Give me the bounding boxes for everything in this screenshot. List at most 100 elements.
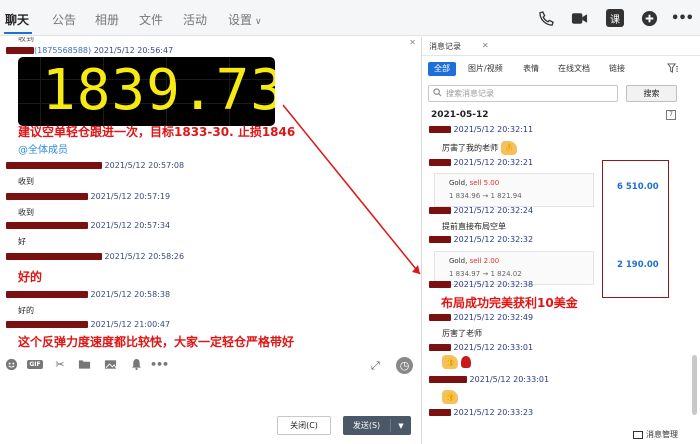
search-button[interactable]: 搜索	[626, 85, 677, 102]
message-time: 2021/5/12 20:57:19	[90, 192, 171, 201]
message-text: 好	[18, 237, 26, 246]
history-entry-header: 2021/5/12 20:32:21	[429, 158, 533, 167]
history-entry-emoji: 👍	[442, 355, 471, 369]
message-time: 2021/5/12 20:58:38	[90, 290, 171, 299]
trade-card: Gold, sell 5.00 1 834.96 → 1 821.94	[434, 173, 594, 207]
message-text-large: 好的	[18, 270, 43, 284]
filter-icon[interactable]	[667, 63, 678, 76]
redacted-name	[6, 291, 88, 298]
history-entry-time: 2021/5/12 20:32:38	[453, 280, 534, 289]
history-entry-header: 2021/5/12 20:32:11	[429, 125, 533, 134]
history-search-input[interactable]: 搜索消息记录	[428, 85, 618, 102]
more-icon[interactable]: •••	[671, 9, 694, 27]
tab-activity[interactable]: 活动	[183, 11, 207, 28]
close-icon[interactable]: ✕	[482, 41, 489, 50]
trade-prices: 1 834.97 → 1 824.02	[449, 270, 522, 278]
tab-settings-label: 设置	[228, 13, 253, 27]
expand-icon[interactable]: ⤢	[371, 359, 380, 373]
redacted-name	[6, 162, 102, 169]
redacted-name	[6, 193, 88, 200]
history-entry-header: 2021/5/12 20:32:24	[429, 206, 533, 215]
message-history-panel: 消息记录 ✕ 全部 图片/视频 表情 在线文档 链接 搜索消息记录 搜索 202…	[421, 37, 700, 444]
close-button[interactable]: 关闭(C)	[277, 416, 331, 435]
more-tools-icon[interactable]: •••	[150, 356, 169, 372]
highlight-frame	[602, 160, 669, 298]
active-tab-indicator	[4, 32, 32, 34]
redacted-name	[6, 321, 88, 328]
search-icon	[433, 88, 442, 99]
chat-cut-text: 收到	[18, 37, 34, 43]
message-header: 2021/5/12 20:58:38	[6, 290, 170, 299]
tab-album[interactable]: 相册	[95, 11, 119, 28]
course-icon[interactable]: 课	[606, 9, 624, 27]
folder-icon[interactable]	[76, 356, 92, 372]
trade-advice: 建议空单轻仓跟进一次，目标1833-30. 止损1846	[18, 125, 296, 139]
filter-all[interactable]: 全部	[428, 62, 456, 76]
calendar-icon[interactable]: 7	[666, 110, 676, 120]
scissors-icon[interactable]: ✂	[52, 356, 68, 372]
chevron-down-icon[interactable]: ▼	[391, 422, 411, 430]
history-scrollbar[interactable]	[692, 355, 697, 415]
search-placeholder: 搜索消息记录	[446, 89, 494, 98]
collapse-icon[interactable]: ✕	[409, 38, 416, 47]
redacted-name	[6, 222, 88, 229]
history-entry-text: 厉害了老师	[442, 329, 482, 338]
redacted-name	[429, 281, 451, 288]
redacted-name	[429, 344, 451, 351]
mention-all[interactable]: @全体成员	[18, 141, 68, 156]
thumbs-up-emoji-icon: 👍	[442, 355, 458, 369]
redacted-name	[6, 253, 102, 260]
history-entry-text: 厉害了我的老师 👌	[442, 141, 517, 155]
redacted-name	[6, 47, 34, 54]
message-header: (1875568588) 2021/5/12 20:56:47	[6, 46, 173, 55]
phone-icon[interactable]	[537, 9, 555, 27]
redacted-name	[429, 207, 451, 214]
message-text: 收到	[18, 177, 34, 186]
redacted-name	[429, 314, 451, 321]
emoji-icon[interactable]	[3, 356, 19, 372]
filter-docs[interactable]: 在线文档	[558, 62, 590, 76]
ok-hand-emoji-icon: 👌	[501, 141, 517, 155]
history-entry-header: 2021/5/12 20:32:38	[429, 280, 533, 289]
chat-message-area: 收到 ✕ (1875568588) 2021/5/12 20:56:47 183…	[0, 37, 420, 350]
history-clock-icon[interactable]: ◷	[396, 357, 413, 374]
input-toolbar: GIF ✂ •••	[0, 352, 420, 376]
history-entry-time: 2021/5/12 20:32:24	[453, 206, 534, 215]
filter-emoji[interactable]: 表情	[523, 62, 539, 76]
tab-settings[interactable]: 设置 ∨	[228, 11, 262, 28]
gif-icon[interactable]: GIF	[27, 356, 43, 372]
redacted-name	[429, 159, 451, 166]
history-entry-header: 2021/5/12 20:33:23	[429, 408, 533, 417]
price-value: 1839.73	[42, 58, 275, 123]
video-icon[interactable]	[570, 9, 588, 27]
message-management-link[interactable]: 消息管理	[633, 429, 678, 440]
bell-icon[interactable]	[128, 356, 144, 372]
history-entry-emoji: 👍	[442, 390, 458, 404]
trade-symbol: Gold, sell 5.00	[449, 179, 500, 187]
message-time: 2021/5/12 20:56:47	[93, 46, 174, 55]
redacted-name	[429, 376, 467, 383]
message-time: 2021/5/12 20:57:08	[104, 161, 185, 170]
history-entry-header: 2021/5/12 20:33:01	[429, 343, 533, 352]
history-entry-header: 2021/5/12 20:33:01	[429, 375, 549, 384]
message-time: 2021/5/12 21:00:47	[90, 320, 171, 329]
filter-links[interactable]: 链接	[609, 62, 625, 76]
plus-icon[interactable]	[640, 9, 658, 27]
message-header: 2021/5/12 20:57:08	[6, 161, 184, 170]
history-entry-time: 2021/5/12 20:32:21	[453, 158, 534, 167]
message-header: 2021/5/12 20:57:19	[6, 192, 170, 201]
top-tab-bar: 聊天 公告 相册 文件 活动 设置 ∨ 课 •••	[0, 0, 700, 36]
tab-chat[interactable]: 聊天	[5, 11, 29, 28]
tab-announcement[interactable]: 公告	[52, 11, 76, 28]
send-button-label: 发送(S)	[352, 421, 381, 430]
send-button[interactable]: 发送(S) ▼	[343, 416, 411, 435]
message-header: 2021/5/12 20:58:26	[6, 252, 184, 261]
filter-media[interactable]: 图片/视频	[468, 62, 503, 76]
history-tab-title[interactable]: 消息记录	[429, 41, 461, 52]
message-text: 好的	[18, 306, 34, 315]
thumbs-up-emoji-icon: 👍	[442, 390, 458, 404]
message-text: 收到	[18, 208, 34, 217]
trade-symbol: Gold, sell 2.00	[449, 257, 500, 265]
image-icon[interactable]	[102, 356, 118, 372]
tab-files[interactable]: 文件	[139, 11, 163, 28]
